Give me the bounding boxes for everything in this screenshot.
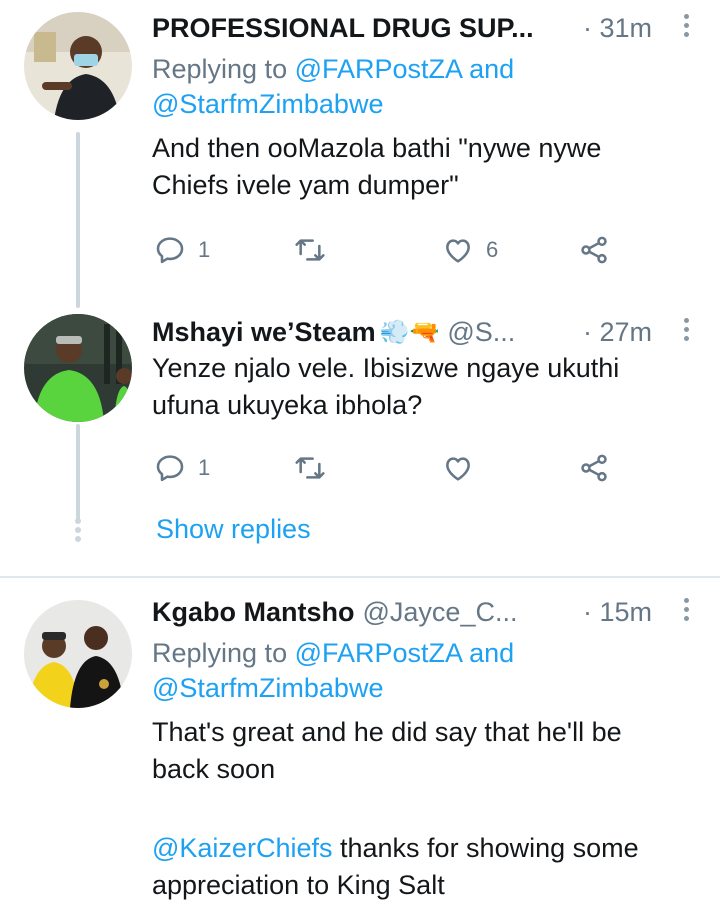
reply-count: 1 <box>198 237 211 262</box>
share-button[interactable] <box>578 448 610 488</box>
tweet-text-line: thanks for showing some <box>340 833 639 863</box>
timestamp[interactable]: · 27m <box>583 317 652 348</box>
user-handle[interactable]: @Jayce_C... <box>363 597 518 628</box>
avatar-image <box>24 314 132 422</box>
retweet-button[interactable] <box>294 448 326 488</box>
reply-button[interactable]: 1 <box>154 448 210 488</box>
more-icon[interactable] <box>680 598 692 626</box>
reply-button[interactable]: 1 <box>154 230 210 270</box>
tweet-3[interactable]: Kgabo Mantsho @Jayce_C... · 15m Replying… <box>0 578 720 917</box>
replying-prefix: Replying to <box>152 638 288 668</box>
display-name[interactable]: Mshayi we’Steam <box>152 317 376 348</box>
avatar-image <box>24 12 132 120</box>
thread-line <box>76 424 80 522</box>
display-name[interactable]: PROFESSIONAL DRUG SUP... <box>152 13 534 44</box>
reply-count: 1 <box>198 455 211 480</box>
tweet-text-line: back soon <box>152 754 276 784</box>
share-button[interactable] <box>578 230 610 270</box>
retweet-icon <box>295 239 325 261</box>
mention-link[interactable]: @FARPostZA <box>295 54 462 84</box>
display-name[interactable]: Kgabo Mantsho <box>152 597 355 628</box>
replying-to: Replying to @FARPostZA and <box>152 52 692 87</box>
tweet-text-line: appreciation to King Salt <box>152 870 445 900</box>
user-handle[interactable]: @S... <box>447 317 515 348</box>
like-icon <box>446 457 470 481</box>
avatar[interactable] <box>24 600 132 708</box>
tweet-text-line: ufuna ukuyeka ibhola? <box>152 390 423 420</box>
avatar-image <box>24 600 132 708</box>
tweet-text: Yenze njalo vele. Ibisizwe ngaye ukuthi … <box>152 350 692 424</box>
tweet-text-line: Chiefs ivele yam dumper" <box>152 170 459 200</box>
thread-line <box>76 132 80 308</box>
mention-link[interactable]: @StarfmZimbabwe <box>152 89 383 119</box>
avatar[interactable] <box>24 314 132 422</box>
timestamp[interactable]: · 31m <box>583 13 652 44</box>
retweet-button[interactable] <box>294 230 326 270</box>
replying-to: Replying to @FARPostZA and <box>152 636 692 671</box>
replying-and[interactable]: and <box>469 54 514 84</box>
timestamp[interactable]: · 15m <box>583 597 652 628</box>
avatar[interactable] <box>24 12 132 120</box>
mention-link[interactable]: @FARPostZA <box>295 638 462 668</box>
tweet-2[interactable]: Mshayi we’Steam 💨🔫 @S... · 27m Yenze nja… <box>0 300 720 575</box>
mention-link[interactable]: @KaizerChiefs <box>152 833 332 863</box>
tweet-text-line: And then ooMazola bathi "nywe nywe <box>152 133 602 163</box>
reply-icon <box>156 237 184 264</box>
tweet-text: And then ooMazola bathi "nywe nywe Chief… <box>152 130 692 204</box>
reply-icon <box>156 455 184 482</box>
replying-and[interactable]: and <box>469 638 514 668</box>
share-icon <box>581 236 607 264</box>
like-count: 6 <box>486 237 499 262</box>
like-button[interactable]: 6 <box>442 230 498 270</box>
show-replies-link[interactable]: Show replies <box>156 514 311 545</box>
tweet-text-line: Yenze njalo vele. Ibisizwe ngaye ukuthi <box>152 353 620 383</box>
mention-link[interactable]: @StarfmZimbabwe <box>152 673 383 703</box>
more-replies-dots-icon <box>74 518 82 545</box>
retweet-icon <box>295 457 325 479</box>
like-button[interactable] <box>442 448 474 488</box>
tweet-text-line: That's great and he did say that he'll b… <box>152 717 622 747</box>
tweet-text: That's great and he did say that he'll b… <box>152 714 692 904</box>
share-icon <box>581 454 607 482</box>
tweet-1[interactable]: PROFESSIONAL DRUG SUP... · 31m Replying … <box>0 0 720 308</box>
more-icon[interactable] <box>680 14 692 42</box>
like-icon <box>446 239 470 263</box>
name-emoji: 💨🔫 <box>379 318 440 346</box>
replying-prefix: Replying to <box>152 54 288 84</box>
more-icon[interactable] <box>680 318 692 346</box>
